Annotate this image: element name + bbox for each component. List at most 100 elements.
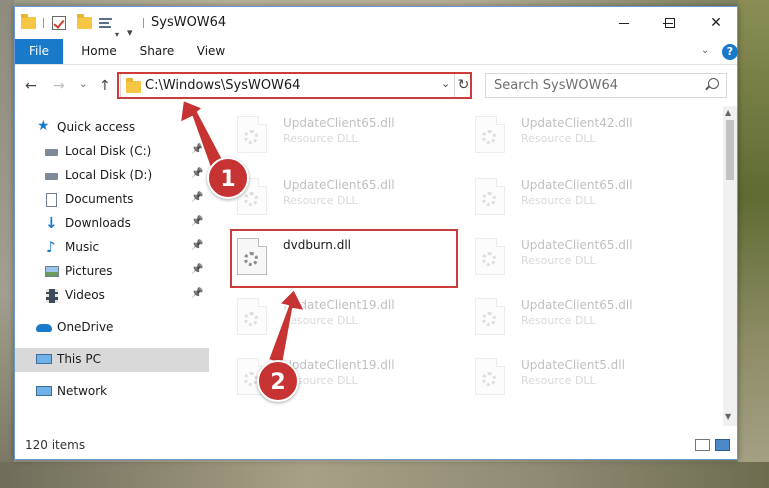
pin-icon[interactable]: 📌 xyxy=(191,240,203,251)
forward-arrow-icon[interactable]: → xyxy=(53,78,65,94)
title-separator xyxy=(143,18,144,28)
file-type: Resource DLL xyxy=(521,374,596,387)
sidebar-item-label: OneDrive xyxy=(57,320,114,334)
scroll-down-icon[interactable]: ▼ xyxy=(725,412,731,421)
details-view-icon[interactable] xyxy=(695,439,710,451)
sidebar-item-quick-access[interactable]: ★ Quick access xyxy=(15,116,209,140)
scroll-up-icon[interactable]: ▲ xyxy=(725,108,731,117)
star-icon: ★ xyxy=(37,118,50,134)
sidebar-item-local-disk-c[interactable]: Local Disk (C:) 📌 xyxy=(15,140,209,164)
pin-icon[interactable]: 📌 xyxy=(191,168,203,179)
step-badge-1: 1 xyxy=(207,157,249,199)
quick-access-separator xyxy=(43,18,44,28)
help-button[interactable]: ? xyxy=(722,44,738,60)
file-type: Resource DLL xyxy=(521,194,596,207)
file-item[interactable]: UpdateClient65.dll Resource DLL xyxy=(447,230,667,280)
dll-file-icon xyxy=(237,116,267,153)
music-icon: ♪ xyxy=(46,238,56,256)
sidebar-item-label: Pictures xyxy=(65,264,113,278)
tab-file[interactable]: File xyxy=(15,39,63,64)
sidebar-item-label: Music xyxy=(65,240,100,254)
file-highlight xyxy=(230,229,458,288)
file-name: UpdateClient19.dll xyxy=(283,358,395,372)
sidebar-item-label: Network xyxy=(57,384,108,398)
tab-share[interactable]: Share xyxy=(135,39,179,64)
dll-file-icon xyxy=(475,358,505,395)
close-icon: ✕ xyxy=(710,15,722,31)
sidebar-item-label: Local Disk (C:) xyxy=(65,144,152,158)
properties-check-icon[interactable] xyxy=(52,16,66,30)
file-type: Resource DLL xyxy=(521,254,596,267)
minimize-button-2[interactable] xyxy=(601,7,647,39)
videos-icon xyxy=(46,289,58,303)
navigation-pane: ★ Quick access Local Disk (C:) 📌 Local D… xyxy=(15,106,209,426)
back-arrow-icon[interactable]: ← xyxy=(25,78,37,94)
up-arrow-icon[interactable]: ↑ xyxy=(99,78,111,94)
file-type: Resource DLL xyxy=(521,314,596,327)
file-item[interactable]: UpdateClient42.dll Resource DLL xyxy=(447,108,667,158)
dll-file-icon xyxy=(475,238,505,275)
tab-home[interactable]: Home xyxy=(77,39,121,64)
file-name: UpdateClient65.dll xyxy=(283,116,395,130)
dll-file-icon xyxy=(237,298,267,335)
cloud-icon xyxy=(36,324,52,332)
file-item[interactable]: UpdateClient19.dll Resource DLL xyxy=(209,350,429,400)
pin-icon[interactable]: 📌 xyxy=(191,144,203,155)
documents-icon xyxy=(46,193,57,207)
sidebar-item-label: Local Disk (D:) xyxy=(65,168,153,182)
quick-access-folder-icon[interactable] xyxy=(21,7,36,39)
search-input[interactable]: Search SysWOW64 xyxy=(494,78,618,93)
item-count: 120 items xyxy=(25,438,86,452)
desktop-background-right xyxy=(738,0,769,488)
maximize-icon xyxy=(665,18,675,28)
download-icon: ↓ xyxy=(45,214,58,232)
expand-ribbon-chevron-icon[interactable]: ⌄ xyxy=(701,45,709,56)
vertical-scrollbar[interactable]: ▲ ▼ xyxy=(723,106,737,426)
tab-view[interactable]: View xyxy=(191,39,231,64)
file-name: UpdateClient65.dll xyxy=(521,238,633,252)
file-item[interactable]: UpdateClient65.dll Resource DLL xyxy=(447,290,667,340)
new-folder-icon[interactable] xyxy=(77,7,92,39)
sidebar-item-this-pc[interactable]: This PC xyxy=(15,348,209,372)
pictures-icon xyxy=(45,266,59,277)
sidebar-item-onedrive[interactable]: OneDrive xyxy=(15,316,209,340)
network-icon xyxy=(36,386,52,396)
recent-locations-icon[interactable]: ⌄ xyxy=(79,79,87,90)
sidebar-item-label: Downloads xyxy=(65,216,131,230)
sidebar-item-documents[interactable]: Documents 📌 xyxy=(15,188,209,212)
search-icon[interactable] xyxy=(708,78,719,89)
large-icons-view-icon[interactable] xyxy=(715,439,730,451)
sidebar-item-pictures[interactable]: Pictures 📌 xyxy=(15,260,209,284)
file-name: UpdateClient5.dll xyxy=(521,358,625,372)
file-item[interactable]: UpdateClient19.dll Resource DLL xyxy=(209,290,429,340)
file-name: UpdateClient19.dll xyxy=(283,298,395,312)
file-item[interactable]: UpdateClient5.dll Resource DLL xyxy=(447,350,667,400)
pin-icon[interactable]: 📌 xyxy=(191,264,203,275)
pin-icon[interactable]: 📌 xyxy=(191,192,203,203)
sidebar-item-label: This PC xyxy=(57,352,101,366)
dll-file-icon xyxy=(475,298,505,335)
properties-list-icon[interactable] xyxy=(99,17,112,29)
sidebar-item-network[interactable]: Network xyxy=(15,380,209,404)
sidebar-item-local-disk-d[interactable]: Local Disk (D:) 📌 xyxy=(15,164,209,188)
pin-icon[interactable]: 📌 xyxy=(191,216,203,227)
drive-icon xyxy=(45,173,58,180)
scroll-thumb[interactable] xyxy=(726,120,734,180)
dll-file-icon xyxy=(475,116,505,153)
minimize-line-icon xyxy=(619,22,629,24)
pin-icon[interactable]: 📌 xyxy=(191,288,203,299)
file-type: Resource DLL xyxy=(283,132,358,145)
file-item[interactable]: UpdateClient65.dll Resource DLL xyxy=(209,108,429,158)
desktop-background-left xyxy=(0,0,14,488)
maximize-button[interactable] xyxy=(647,7,693,39)
sidebar-item-downloads[interactable]: ↓ Downloads 📌 xyxy=(15,212,209,236)
search-box[interactable]: Search SysWOW64 xyxy=(485,73,727,98)
sidebar-item-videos[interactable]: Videos 📌 xyxy=(15,284,209,308)
file-item[interactable]: UpdateClient65.dll Resource DLL xyxy=(447,170,667,220)
file-name: UpdateClient65.dll xyxy=(283,178,395,192)
file-type: Resource DLL xyxy=(521,132,596,145)
desktop-background-bottom xyxy=(0,462,769,488)
file-name: UpdateClient65.dll xyxy=(521,298,633,312)
sidebar-item-music[interactable]: ♪ Music 📌 xyxy=(15,236,209,260)
close-button[interactable]: ✕ xyxy=(693,7,739,39)
